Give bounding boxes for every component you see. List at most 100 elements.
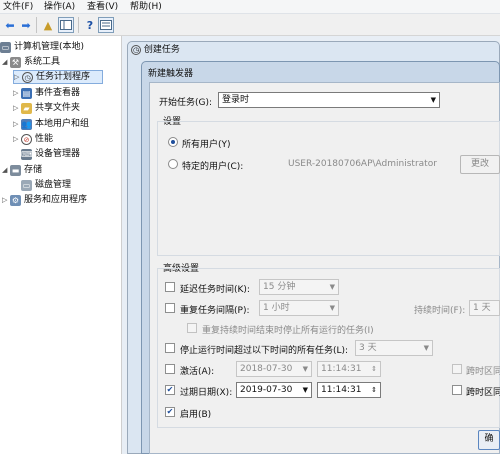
- radio-all-users-label: 所有用户(Y): [182, 140, 231, 150]
- tree-item-shared-folders[interactable]: ▷ ▰ 共享文件夹: [13, 101, 80, 115]
- expire-checkbox[interactable]: ✔: [165, 385, 175, 395]
- sync-timezone-label-2: 跨时区同: [466, 388, 500, 398]
- properties-icon[interactable]: [98, 17, 114, 33]
- performance-icon: ⊘: [21, 133, 32, 145]
- menu-help[interactable]: 帮助(H): [130, 1, 162, 13]
- begin-task-label: 开始任务(G):: [159, 98, 213, 108]
- select-value: 登录时: [222, 95, 250, 105]
- change-user-button[interactable]: 更改: [460, 155, 500, 174]
- activate-date-picker[interactable]: 2018-07-30 ▼: [236, 361, 312, 377]
- clock-icon: ◷: [131, 44, 141, 55]
- tree-item-storage[interactable]: ◢ ▬ 存储: [2, 163, 42, 177]
- enabled-label: 启用(B): [180, 410, 212, 420]
- expire-time-picker[interactable]: 11:14:31 ⇕: [317, 382, 381, 398]
- tree-label: 服务和应用程序: [24, 195, 88, 205]
- toolbar: ⬅ ➡ ▲ ?: [0, 14, 500, 36]
- users-icon: 👥: [21, 118, 32, 130]
- time-value: 11:14:31: [321, 385, 362, 395]
- select-value: 1 天: [473, 303, 491, 313]
- stop-repeat-label: 重复持续时间结束时停止所有运行的任务(I): [202, 326, 374, 336]
- tree-item-system-tools[interactable]: ◢ ⚒ 系统工具: [2, 55, 60, 69]
- expand-triangle-icon[interactable]: ▷: [2, 193, 10, 207]
- tree-item-computer-management[interactable]: ▭ 计算机管理(本地): [0, 40, 84, 54]
- sync-timezone-label-1: 跨时区同: [466, 367, 500, 377]
- collapse-triangle-icon[interactable]: ◢: [2, 163, 10, 177]
- tree-item-disk-management[interactable]: ▭ 磁盘管理: [21, 178, 71, 192]
- menu-file[interactable]: 文件(F): [3, 1, 33, 13]
- computer-icon: ▭: [0, 41, 11, 53]
- repeat-select[interactable]: 1 小时 ▼: [259, 300, 339, 316]
- radio-all-users[interactable]: [168, 137, 178, 147]
- begin-task-select[interactable]: 登录时 ▼: [218, 92, 440, 108]
- create-task-title: ◷ 创建任务: [131, 42, 180, 58]
- tree-item-local-users[interactable]: ▷ 👥 本地用户和组: [13, 117, 89, 131]
- tree-label: 本地用户和组: [35, 119, 90, 129]
- menu-bar: 文件(F) 操作(A) 查看(V) 帮助(H): [0, 0, 500, 14]
- repeat-checkbox[interactable]: [165, 303, 175, 313]
- expand-triangle-icon[interactable]: ▷: [13, 86, 21, 100]
- radio-dot: [171, 140, 175, 144]
- dropdown-arrow-icon: ▼: [329, 304, 335, 312]
- stop-repeat-checkbox[interactable]: [187, 323, 197, 333]
- expand-triangle-icon[interactable]: ▷: [13, 101, 21, 115]
- tree-label: 性能: [35, 134, 54, 144]
- tools-icon: ⚒: [10, 56, 21, 68]
- date-value: 2018-07-30: [240, 364, 293, 374]
- select-value: 15 分钟: [263, 282, 296, 292]
- expand-triangle-icon[interactable]: ▷: [13, 117, 21, 131]
- expand-triangle-icon[interactable]: ▷: [13, 132, 21, 146]
- activate-time-picker[interactable]: 11:14:31 ⇕: [317, 361, 381, 377]
- tree-item-services[interactable]: ▷ ⚙ 服务和应用程序: [2, 193, 87, 207]
- duration-select[interactable]: 1 天: [469, 300, 500, 316]
- tree-item-device-manager[interactable]: ⌨ 设备管理器: [21, 147, 80, 161]
- toolbar-separator: [78, 17, 79, 33]
- stop-longer-select[interactable]: 3 天 ▼: [355, 340, 433, 356]
- forward-arrow-icon[interactable]: ➡: [18, 17, 34, 33]
- delay-select[interactable]: 15 分钟 ▼: [259, 279, 339, 295]
- back-arrow-icon[interactable]: ⬅: [2, 17, 18, 33]
- tree-label: 计算机管理(本地): [14, 42, 85, 52]
- dialog-title: 新建触发器: [148, 69, 194, 79]
- toolbar-separator: [36, 17, 37, 33]
- tree-label: 设备管理器: [35, 149, 81, 159]
- spinner-arrows-icon: ⇕: [371, 386, 377, 394]
- tree-item-task-scheduler[interactable]: ▷ ◷ 任务计划程序: [13, 70, 103, 84]
- tree-label: 共享文件夹: [35, 103, 81, 113]
- tree-item-performance[interactable]: ▷ ⊘ 性能: [13, 132, 53, 146]
- clock-icon: ◷: [22, 71, 33, 83]
- event-viewer-icon: ▤: [21, 87, 32, 99]
- radio-specific-user[interactable]: [168, 159, 178, 169]
- enabled-checkbox[interactable]: ✔: [165, 407, 175, 417]
- activate-label: 激活(A):: [180, 367, 215, 377]
- device-manager-icon: ⌨: [21, 148, 33, 160]
- menu-action[interactable]: 操作(A): [44, 1, 75, 13]
- window-title: 创建任务: [143, 45, 180, 55]
- tree-label: 事件查看器: [35, 88, 81, 98]
- spinner-arrows-icon: ⇕: [371, 365, 377, 373]
- expire-date-picker[interactable]: 2019-07-30 ▼: [236, 382, 312, 398]
- dropdown-arrow-icon: ▼: [423, 344, 429, 352]
- ok-button[interactable]: 确: [478, 430, 500, 450]
- collapse-triangle-icon[interactable]: ◢: [2, 55, 10, 69]
- tree-label: 任务计划程序: [36, 72, 91, 82]
- help-icon[interactable]: ?: [82, 17, 98, 33]
- show-hide-tree-icon[interactable]: [58, 17, 74, 33]
- tree-item-event-viewer[interactable]: ▷ ▤ 事件查看器: [13, 86, 80, 100]
- dropdown-arrow-icon: ▼: [430, 96, 436, 104]
- stop-longer-checkbox[interactable]: [165, 343, 175, 353]
- activate-checkbox[interactable]: [165, 364, 175, 374]
- menu-view[interactable]: 查看(V): [87, 1, 118, 13]
- date-value: 2019-07-30: [240, 385, 293, 395]
- disk-icon: ▭: [21, 179, 32, 191]
- select-value: 3 天: [359, 343, 377, 353]
- dropdown-arrow-icon: ▼: [302, 386, 308, 394]
- navigation-tree: ▭ 计算机管理(本地) ◢ ⚒ 系统工具 ▷ ◷ 任务计划程序 ▷ ▤ 事件查看…: [0, 36, 122, 454]
- stop-longer-label: 停止运行时间超过以下时间的所有任务(L):: [180, 346, 349, 356]
- expand-triangle-icon[interactable]: ▷: [14, 70, 22, 84]
- folder-up-icon[interactable]: ▲: [40, 17, 56, 33]
- sync-timezone-checkbox-1[interactable]: [452, 364, 462, 374]
- delay-checkbox[interactable]: [165, 282, 175, 292]
- tree-label: 磁盘管理: [35, 180, 72, 190]
- tree-label: 系统工具: [24, 57, 61, 67]
- sync-timezone-checkbox-2[interactable]: [452, 385, 462, 395]
